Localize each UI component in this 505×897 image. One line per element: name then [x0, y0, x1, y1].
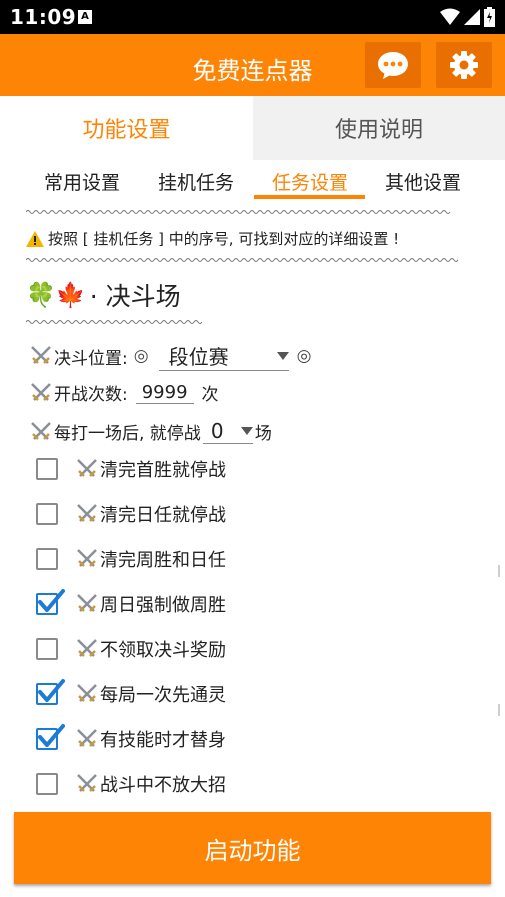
- status-bar: 11:09 A: [0, 0, 505, 34]
- option-row[interactable]: 周日强制做周胜: [36, 589, 226, 617]
- position-select-value: 段位赛: [168, 345, 229, 369]
- wavy-divider: [26, 210, 451, 214]
- wavy-divider: [26, 258, 458, 262]
- section-title: 🍀🍁 · 决斗场: [26, 277, 181, 313]
- crossed-swords-icon: [31, 421, 51, 440]
- main-tabs: 功能设置 使用说明: [0, 96, 505, 160]
- status-icons: [440, 7, 495, 27]
- notice-text: 按照 [ 挂机任务 ] 中的序号, 可找到对应的详细设置 !: [48, 230, 400, 248]
- option-row[interactable]: 清完首胜就停战: [36, 456, 226, 482]
- leaf-icon: 🍀🍁: [26, 281, 86, 309]
- option-label: 清完日任就停战: [100, 505, 226, 526]
- battery-icon: [484, 7, 495, 27]
- option-row[interactable]: 不领取决斗奖励: [36, 636, 226, 662]
- option-checkbox[interactable]: [36, 724, 65, 750]
- checkmark-icon: [38, 589, 65, 612]
- option-checkbox[interactable]: [36, 773, 58, 795]
- tab-usage-guide[interactable]: 使用说明: [253, 96, 505, 160]
- battles-row: 开战次数: 9999 次: [30, 380, 219, 405]
- crossed-swords-icon: [77, 459, 97, 477]
- settings-button[interactable]: [436, 42, 492, 88]
- crossed-swords-icon: [77, 684, 97, 702]
- position-label: 决斗位置:: [54, 348, 128, 369]
- option-checkbox[interactable]: [36, 503, 58, 525]
- chevron-down-icon: [240, 427, 253, 435]
- position-select[interactable]: 段位赛: [158, 341, 289, 371]
- option-checkbox[interactable]: [36, 589, 65, 615]
- position-row: 决斗位置: ◎ 段位赛 ◎: [30, 341, 311, 371]
- crossed-swords-icon: [77, 549, 97, 567]
- option-label: 每局一次先通灵: [100, 685, 226, 706]
- option-row[interactable]: 清完周胜和日任: [36, 546, 226, 572]
- checkmark-icon: [38, 679, 65, 702]
- option-label: 周日强制做周胜: [100, 595, 226, 616]
- checkmark-icon: [38, 724, 65, 747]
- left-mark: ◎: [133, 346, 149, 366]
- sub-tabs: 常用设置 挂机任务 任务设置 其他设置: [0, 160, 505, 202]
- notice: 按照 [ 挂机任务 ] 中的序号, 可找到对应的详细设置 !: [26, 228, 399, 249]
- crossed-swords-icon: [77, 774, 97, 792]
- tab-task-settings[interactable]: 任务设置: [268, 168, 352, 195]
- crossed-swords-icon: [31, 346, 51, 364]
- active-tab-indicator: [254, 195, 365, 199]
- option-checkbox[interactable]: [36, 458, 58, 480]
- crossed-swords-icon: [31, 382, 51, 401]
- battles-input[interactable]: 9999: [135, 382, 194, 404]
- section-underline: [26, 320, 202, 324]
- option-label: 清完周胜和日任: [100, 550, 226, 571]
- chat-icon: [378, 52, 408, 79]
- tab-other-settings[interactable]: 其他设置: [381, 168, 465, 195]
- warning-icon: [26, 230, 44, 247]
- chevron-down-icon: [276, 351, 289, 360]
- option-row[interactable]: 有技能时才替身: [36, 724, 226, 752]
- option-label: 有技能时才替身: [100, 730, 226, 751]
- tab-function-settings[interactable]: 功能设置: [0, 96, 253, 160]
- stop-after-label: 每打一场后, 就停战: [54, 424, 201, 444]
- signal-icon: [464, 9, 480, 25]
- option-label: 清完首胜就停战: [100, 460, 226, 481]
- start-button[interactable]: 启动功能: [14, 812, 491, 884]
- option-row[interactable]: 每局一次先通灵: [36, 679, 226, 707]
- option-checkbox[interactable]: [36, 548, 58, 570]
- stop-after-row: 每打一场后, 就停战 0 场: [30, 419, 272, 444]
- option-checkbox[interactable]: [36, 679, 65, 705]
- app-header: 免费连点器: [0, 34, 505, 96]
- crossed-swords-icon: [77, 504, 97, 522]
- gear-icon: [450, 51, 478, 79]
- app-title: 免费连点器: [192, 57, 313, 85]
- stop-after-unit: 场: [254, 424, 272, 444]
- notification-icon: A: [78, 10, 92, 24]
- scroll-indicator: [498, 565, 500, 577]
- stop-after-select[interactable]: 0: [202, 419, 253, 444]
- chat-button[interactable]: [365, 42, 421, 88]
- battles-label: 开战次数:: [54, 385, 128, 405]
- tab-idle-tasks[interactable]: 挂机任务: [154, 168, 238, 195]
- option-row[interactable]: 战斗中不放大招: [36, 771, 226, 797]
- status-time: 11:09: [10, 5, 77, 29]
- option-label: 不领取决斗奖励: [100, 640, 226, 661]
- right-mark: ◎: [296, 346, 312, 366]
- section-title-text: · 决斗场: [89, 282, 181, 311]
- crossed-swords-icon: [77, 729, 97, 747]
- option-checkbox[interactable]: [36, 638, 58, 660]
- scroll-indicator: [498, 704, 500, 716]
- option-label: 战斗中不放大招: [100, 775, 226, 796]
- wifi-icon: [440, 8, 460, 25]
- stop-after-value: 0: [210, 419, 224, 443]
- crossed-swords-icon: [77, 594, 97, 612]
- battles-unit: 次: [201, 385, 219, 405]
- tab-common-settings[interactable]: 常用设置: [40, 168, 124, 195]
- crossed-swords-icon: [77, 639, 97, 657]
- option-row[interactable]: 清完日任就停战: [36, 501, 226, 527]
